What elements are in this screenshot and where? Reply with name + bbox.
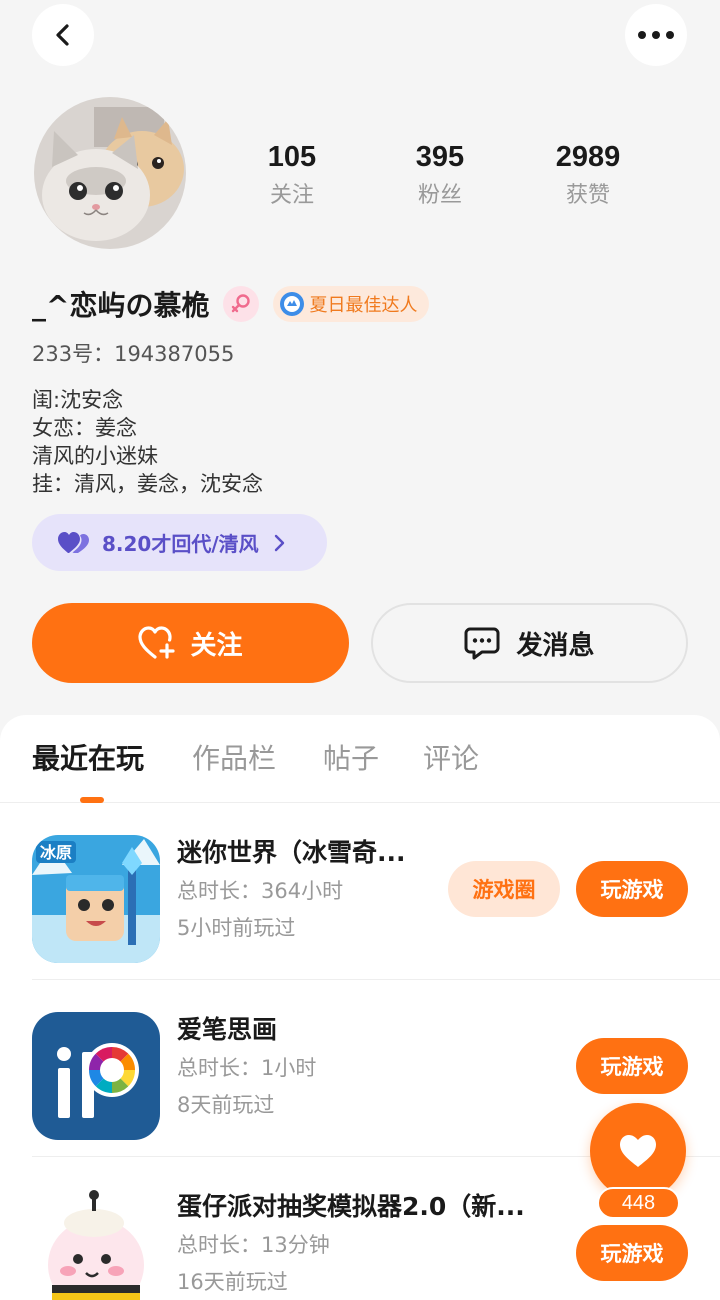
likes-label: 获赞 xyxy=(565,183,610,208)
game-circle-button[interactable]: 游戏圈 xyxy=(448,861,560,917)
likes-count: 2989 xyxy=(555,141,621,173)
game-icon-ibis-paint xyxy=(32,1012,160,1140)
bio-line: 清风的小迷妹 xyxy=(32,444,158,468)
double-heart-icon xyxy=(58,531,89,553)
more-dots-icon xyxy=(638,31,674,39)
avatar[interactable] xyxy=(34,97,186,249)
follow-button[interactable]: 关注 xyxy=(32,603,349,683)
fans-count: 395 xyxy=(415,141,465,173)
chat-bubble-icon xyxy=(464,627,500,660)
message-button[interactable]: 发消息 xyxy=(371,603,688,683)
bio: 闺:沈安念 女恋：姜念 清风的小迷妹 挂：清风，姜念，沈安念 xyxy=(32,386,263,498)
stat-likes[interactable]: 2989 获赞 xyxy=(523,138,653,216)
heart-plus-icon xyxy=(138,626,176,659)
divider xyxy=(32,979,720,980)
bio-line: 挂：清风，姜念，沈安念 xyxy=(32,472,263,496)
stat-following[interactable]: 105 关注 xyxy=(227,138,357,216)
bio-line: 女恋：姜念 xyxy=(32,416,137,440)
following-label: 关注 xyxy=(269,183,314,208)
medal-icon xyxy=(280,292,305,316)
svg-text:冰原: 冰原 xyxy=(40,843,72,862)
tab-works[interactable]: 作品栏 xyxy=(192,739,276,779)
tab-indicator xyxy=(80,797,104,803)
more-button[interactable] xyxy=(625,4,687,66)
game-icon-eggy-party xyxy=(32,1189,160,1300)
game-row[interactable]: 冰原 迷你世界（冰雪奇... 总时长：364小时 5小时前玩过 游戏圈 玩游戏 xyxy=(0,804,720,980)
gender-badge xyxy=(223,286,260,322)
chevron-left-icon xyxy=(56,24,69,46)
stat-fans[interactable]: 395 粉丝 xyxy=(375,138,505,216)
back-button[interactable] xyxy=(32,4,94,66)
game-last-played: 16天前玩过 xyxy=(177,1270,288,1294)
game-title: 爱笔思画 xyxy=(177,1015,278,1044)
game-duration: 总时长：1小时 xyxy=(177,1056,317,1080)
name-row: _^恋屿の慕桅 夏日最佳达人 xyxy=(32,284,430,324)
game-last-played: 5小时前玩过 xyxy=(177,916,296,940)
tab-posts[interactable]: 帖子 xyxy=(323,739,379,779)
tab-comments[interactable]: 评论 xyxy=(423,739,479,779)
game-title: 迷你世界（冰雪奇... xyxy=(177,838,406,867)
bio-line: 闺:沈安念 xyxy=(32,388,124,412)
game-title: 蛋仔派对抽奖模拟器2.0（新... xyxy=(177,1192,525,1221)
floating-like-button[interactable] xyxy=(590,1103,686,1199)
relationship-tag[interactable]: 8.20才回代/清风 xyxy=(32,514,327,571)
game-duration: 总时长：364小时 xyxy=(177,879,344,903)
female-icon xyxy=(232,294,251,313)
game-icon-mini-world: 冰原 xyxy=(32,835,160,963)
tab-bar: 最近在玩 作品栏 帖子 评论 xyxy=(0,715,720,803)
nickname: _^恋屿の慕桅 xyxy=(32,289,210,322)
play-game-button[interactable]: 玩游戏 xyxy=(576,861,688,917)
account-id: 233号：194387055 xyxy=(32,342,235,366)
following-count: 105 xyxy=(267,141,317,173)
relationship-tag-label: 8.20才回代/清风 xyxy=(102,532,259,556)
fans-label: 粉丝 xyxy=(417,183,462,208)
follow-button-label: 关注 xyxy=(190,630,243,661)
chevron-right-icon xyxy=(274,534,284,551)
tab-recent-play[interactable]: 最近在玩 xyxy=(32,739,144,779)
play-game-button[interactable]: 玩游戏 xyxy=(576,1225,688,1281)
title-badge-label: 夏日最佳达人 xyxy=(309,295,418,316)
game-duration: 总时长：13分钟 xyxy=(177,1233,330,1257)
like-count-badge: 448 xyxy=(597,1187,680,1219)
play-game-button[interactable]: 玩游戏 xyxy=(576,1038,688,1094)
heart-icon xyxy=(620,1135,656,1167)
game-last-played: 8天前玩过 xyxy=(177,1093,275,1117)
title-badge[interactable]: 夏日最佳达人 xyxy=(273,286,430,322)
message-button-label: 发消息 xyxy=(516,630,595,661)
